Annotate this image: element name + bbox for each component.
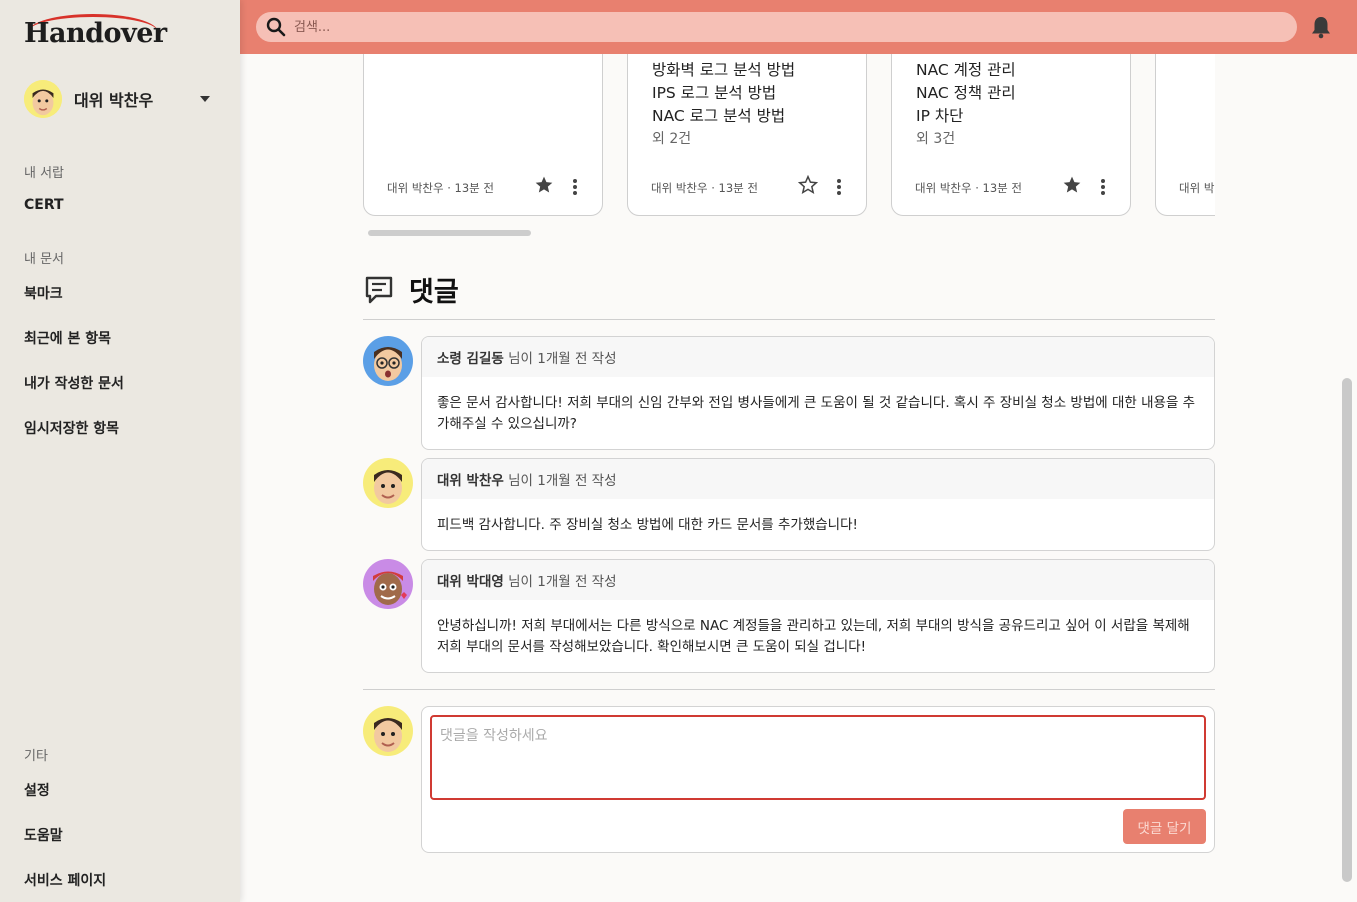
comment-author[interactable]: 대위 박대영 (437, 574, 504, 590)
card-carousel: 대위 박찬우 · 13분 전 방화벽 로그 분석 방법 IPS 로그 분석 방법 NA… (363, 54, 1215, 276)
comment-meta: 님이 1개월 전 작성 (503, 574, 617, 590)
main-content: 대위 박찬우 · 13분 전 방화벽 로그 분석 방법 IPS 로그 분석 방법 NA… (240, 54, 1357, 902)
bell-icon[interactable] (1310, 15, 1332, 39)
sidebar-item-help[interactable]: 도움말 (24, 825, 63, 845)
user-avatar (24, 80, 62, 118)
compose-box: 댓글 달기 (421, 706, 1215, 853)
more-vertical-icon[interactable] (1100, 177, 1106, 197)
card-line: NAC 정책 관리 (916, 84, 1016, 102)
section-title-my-drawer: 내 서랍 (24, 166, 65, 181)
section-title-my-docs: 내 문서 (24, 252, 65, 267)
card-lines: 방화벽 로그 분석 방법 IPS 로그 분석 방법 NAC 로그 분석 방법외 2건 (652, 59, 795, 151)
more-vertical-icon[interactable] (572, 177, 578, 197)
star-icon[interactable] (797, 174, 819, 199)
comments-title: 댓글 (409, 277, 459, 308)
sidebar-item-cert[interactable]: CERT (24, 197, 64, 213)
document-card[interactable]: 대위 박 (1155, 54, 1215, 216)
star-icon[interactable] (1062, 175, 1082, 199)
user-name: 대위 박찬우 (74, 91, 154, 110)
document-card[interactable]: NAC 계정 관리 NAC 정책 관리 IP 차단외 3건대위 박찬우 · 13분 … (891, 54, 1131, 216)
commenter-avatar (363, 336, 413, 386)
comments-divider-top (363, 319, 1215, 320)
comment-author[interactable]: 소령 김길동 (437, 351, 504, 367)
chevron-down-icon[interactable] (200, 96, 210, 102)
current-user-avatar (363, 706, 413, 756)
card-more: 외 3건 (916, 131, 956, 147)
search-input[interactable] (294, 19, 1194, 35)
sidebar: Handover 대위 박찬우 내 서랍 CERT 내 문서 북마크 최근에 본… (0, 0, 240, 902)
card-line: NAC 계정 관리 (916, 61, 1016, 79)
comment-author[interactable]: 대위 박찬우 (437, 473, 504, 489)
more-vertical-icon[interactable] (836, 177, 842, 197)
card-meta: 대위 박찬우 · 13분 전 (651, 181, 758, 195)
comment-icon (365, 276, 393, 303)
star-icon[interactable] (534, 175, 554, 199)
commenter-avatar (363, 458, 413, 508)
sidebar-item-recent[interactable]: 최근에 본 항목 (24, 328, 111, 348)
top-bar (240, 0, 1357, 54)
vertical-scrollbar-thumb[interactable] (1342, 378, 1352, 882)
sidebar-item-my-written[interactable]: 내가 작성한 문서 (24, 373, 124, 393)
card-line: IP 차단 (916, 107, 964, 125)
search-icon (266, 17, 286, 37)
section-title-etc: 기타 (24, 749, 48, 764)
card-line: 방화벽 로그 분석 방법 (652, 61, 796, 79)
sidebar-item-drafts[interactable]: 임시저장한 항목 (24, 418, 119, 438)
comment-box: 소령 김길동 님이 1개월 전 작성 좋은 문서 감사합니다! 저희 부대의 신… (421, 336, 1215, 450)
comment-body: 안녕하십니까! 저희 부대에서는 다른 방식으로 NAC 계정들을 관리하고 있… (437, 618, 1190, 655)
comment-header: 대위 박대영 님이 1개월 전 작성 (422, 560, 1214, 600)
comment-box: 대위 박찬우 님이 1개월 전 작성 피드백 감사합니다. 주 장비실 청소 방… (421, 458, 1215, 551)
card-lines: NAC 계정 관리 NAC 정책 관리 IP 차단외 3건 (916, 59, 1016, 151)
commenter-avatar (363, 559, 413, 609)
sidebar-item-service-page[interactable]: 서비스 페이지 (24, 870, 106, 890)
card-meta: 대위 박찬우 · 13분 전 (387, 181, 494, 195)
card-line: IPS 로그 분석 방법 (652, 84, 777, 102)
comment-body: 피드백 감사합니다. 주 장비실 청소 방법에 대한 카드 문서를 추가했습니다… (437, 517, 858, 533)
horizontal-scrollbar[interactable] (368, 230, 531, 236)
submit-comment-button[interactable]: 댓글 달기 (1123, 809, 1206, 844)
card-line: NAC 로그 분석 방법 (652, 107, 786, 125)
card-meta: 대위 박 (1179, 181, 1215, 195)
comment-box: 대위 박대영 님이 1개월 전 작성 안녕하십니까! 저희 부대에서는 다른 방… (421, 559, 1215, 673)
comment-body: 좋은 문서 감사합니다! 저희 부대의 신임 간부와 전입 병사들에게 큰 도움… (437, 395, 1196, 432)
card-meta: 대위 박찬우 · 13분 전 (915, 181, 1022, 195)
search-bar[interactable] (256, 12, 1297, 42)
card-more: 외 2건 (652, 131, 692, 147)
document-card[interactable]: 대위 박찬우 · 13분 전 (363, 54, 603, 216)
user-menu[interactable]: 대위 박찬우 (24, 80, 216, 118)
comment-textarea[interactable] (430, 715, 1206, 800)
comment-header: 소령 김길동 님이 1개월 전 작성 (422, 337, 1214, 377)
document-card[interactable]: 방화벽 로그 분석 방법 IPS 로그 분석 방법 NAC 로그 분석 방법외 2건… (627, 54, 867, 216)
comment-header: 대위 박찬우 님이 1개월 전 작성 (422, 459, 1214, 499)
comments-header: 댓글 (363, 270, 459, 309)
app-logo[interactable]: Handover (24, 18, 167, 49)
comment-meta: 님이 1개월 전 작성 (503, 473, 617, 489)
comment-meta: 님이 1개월 전 작성 (503, 351, 617, 367)
sidebar-item-bookmarks[interactable]: 북마크 (24, 283, 63, 303)
sidebar-item-settings[interactable]: 설정 (24, 780, 50, 800)
comments-divider-bottom (363, 689, 1215, 690)
